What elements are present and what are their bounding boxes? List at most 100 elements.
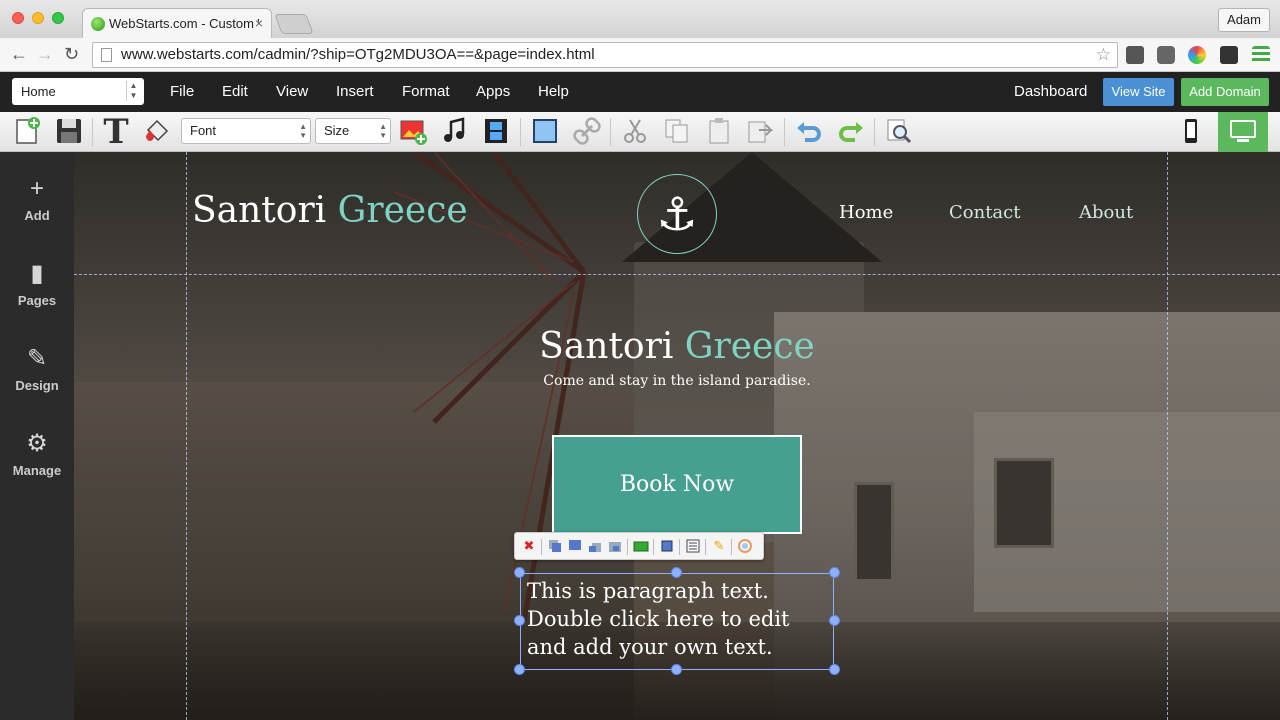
- resize-handle-bottom-right[interactable]: [829, 664, 840, 675]
- webstarts-favicon-icon: [91, 16, 105, 31]
- paragraph-line: and add your own text.: [527, 635, 773, 659]
- paste-special-icon[interactable]: [743, 116, 777, 148]
- cut-icon[interactable]: [618, 116, 652, 148]
- hero-subtitle[interactable]: Come and stay in the island paradise.: [74, 373, 1280, 389]
- copy-icon[interactable]: [660, 116, 694, 148]
- resize-box-icon[interactable]: [659, 538, 675, 554]
- editor-canvas[interactable]: Santori Greece ⚓ Home Contact About Sant…: [74, 152, 1280, 720]
- send-backward-icon[interactable]: [587, 538, 603, 554]
- save-icon[interactable]: [52, 116, 86, 148]
- redo-icon[interactable]: [834, 116, 868, 148]
- size-select[interactable]: Size ▲ ▼: [315, 118, 391, 144]
- tab-close-icon[interactable]: ×: [255, 15, 263, 31]
- anchor-icon[interactable]: ⚓: [637, 174, 717, 254]
- new-page-icon[interactable]: [10, 116, 44, 148]
- hero-title-accent-text: Greece: [684, 326, 815, 367]
- undo-icon[interactable]: [792, 116, 826, 148]
- profile-button[interactable]: Adam: [1218, 8, 1270, 32]
- resize-handle-bottom-left[interactable]: [514, 664, 525, 675]
- paragraph-line: This is paragraph text.: [527, 579, 769, 603]
- insert-box-icon[interactable]: [528, 116, 562, 148]
- insert-image-icon[interactable]: [396, 116, 430, 148]
- mobile-view-icon[interactable]: [1174, 116, 1208, 148]
- toolbar-separator: [705, 539, 706, 555]
- editor-toolbar: T Font ▲ ▼ Size ▲ ▼: [0, 112, 1280, 152]
- background-color-icon[interactable]: [633, 538, 649, 554]
- bring-to-front-icon[interactable]: [567, 538, 583, 554]
- toolbar-separator: [731, 539, 732, 555]
- url-input[interactable]: www.webstarts.com/cadmin/?ship=OTg2MDU3O…: [92, 42, 1118, 68]
- menu-icon[interactable]: [1252, 46, 1270, 64]
- menu-file[interactable]: File: [170, 83, 194, 100]
- toolbar-separator: [653, 539, 654, 555]
- extension-t-icon[interactable]: [1126, 46, 1144, 64]
- sidebar-item-label: Add: [24, 208, 50, 223]
- paint-bucket-icon[interactable]: [140, 116, 174, 148]
- delete-icon[interactable]: ✖: [521, 538, 537, 554]
- toolbar-separator: [541, 539, 542, 555]
- select-arrows-icon: ▲ ▼: [299, 122, 307, 140]
- preview-zoom-icon[interactable]: [882, 116, 916, 148]
- paste-icon[interactable]: [702, 116, 736, 148]
- paragraph-text[interactable]: This is paragraph text. Double click her…: [527, 577, 837, 661]
- resize-handle-bottom[interactable]: [671, 664, 682, 675]
- layers-icon[interactable]: [1220, 46, 1238, 64]
- resize-handle-top-left[interactable]: [514, 567, 525, 578]
- back-icon[interactable]: ←: [10, 44, 28, 65]
- text-tool-icon[interactable]: T: [99, 115, 133, 149]
- browser-tab[interactable]: WebStarts.com - Custom W ×: [82, 8, 272, 38]
- pocket-icon[interactable]: [1157, 46, 1175, 64]
- sidebar-item-design[interactable]: ✎ Design: [0, 344, 74, 393]
- insert-video-icon[interactable]: [479, 116, 513, 148]
- layout-guide-header: [74, 274, 1280, 275]
- page-icon: ▮: [30, 260, 44, 287]
- add-domain-button[interactable]: Add Domain: [1181, 78, 1269, 106]
- menu-edit[interactable]: Edit: [222, 83, 248, 100]
- window-close-button[interactable]: [12, 12, 24, 24]
- logo-text: Santori: [192, 190, 338, 231]
- browser-titlebar: WebStarts.com - Custom W × Adam: [0, 0, 1280, 38]
- link-icon[interactable]: [570, 116, 604, 148]
- view-site-button[interactable]: View Site: [1103, 78, 1174, 106]
- effects-icon[interactable]: [737, 538, 753, 554]
- site-nav-home[interactable]: Home: [839, 202, 893, 223]
- toolbar-separator: [784, 118, 785, 146]
- resize-handle-left[interactable]: [514, 615, 525, 626]
- window-minimize-button[interactable]: [32, 12, 44, 24]
- page-select[interactable]: Home ▲ ▼: [12, 78, 144, 105]
- new-tab-button[interactable]: [274, 14, 314, 34]
- dashboard-link[interactable]: Dashboard: [1014, 83, 1087, 100]
- reload-icon[interactable]: ↻: [64, 44, 79, 65]
- editor-sidebar: + Add ▮ Pages ✎ Design ⚙ Manage: [0, 152, 74, 720]
- sidebar-item-add[interactable]: + Add: [0, 174, 74, 223]
- send-to-back-icon[interactable]: [607, 538, 623, 554]
- site-logo[interactable]: Santori Greece: [192, 190, 468, 231]
- menu-insert[interactable]: Insert: [336, 83, 374, 100]
- font-select[interactable]: Font ▲ ▼: [181, 118, 311, 144]
- site-nav-about[interactable]: About: [1079, 202, 1133, 223]
- bring-forward-icon[interactable]: [547, 538, 563, 554]
- menu-view[interactable]: View: [276, 83, 308, 100]
- menu-apps[interactable]: Apps: [476, 83, 510, 100]
- text-properties-icon[interactable]: [685, 538, 701, 554]
- size-select-value: Size: [324, 123, 350, 138]
- site-nav-contact[interactable]: Contact: [949, 202, 1020, 223]
- menu-format[interactable]: Format: [402, 83, 450, 100]
- page-icon: [101, 48, 112, 62]
- window-maximize-button[interactable]: [52, 12, 64, 24]
- edit-pencil-icon[interactable]: ✎: [711, 538, 727, 554]
- forward-icon[interactable]: →: [36, 44, 54, 65]
- select-arrows-icon: ▲ ▼: [126, 81, 140, 101]
- paragraph-line: Double click here to edit: [527, 607, 790, 631]
- colorpicker-extension-icon[interactable]: [1188, 46, 1206, 64]
- menu-help[interactable]: Help: [538, 83, 569, 100]
- bookmark-star-icon[interactable]: ☆: [1096, 43, 1111, 67]
- sidebar-item-label: Design: [15, 378, 59, 393]
- insert-audio-icon[interactable]: [438, 116, 472, 148]
- sidebar-item-pages[interactable]: ▮ Pages: [0, 259, 74, 308]
- book-now-button[interactable]: Book Now: [552, 435, 802, 534]
- toolbar-separator: [520, 118, 521, 146]
- desktop-view-button[interactable]: [1218, 112, 1268, 152]
- sidebar-item-manage[interactable]: ⚙ Manage: [0, 429, 74, 478]
- hero-title[interactable]: Santori Greece: [74, 326, 1280, 367]
